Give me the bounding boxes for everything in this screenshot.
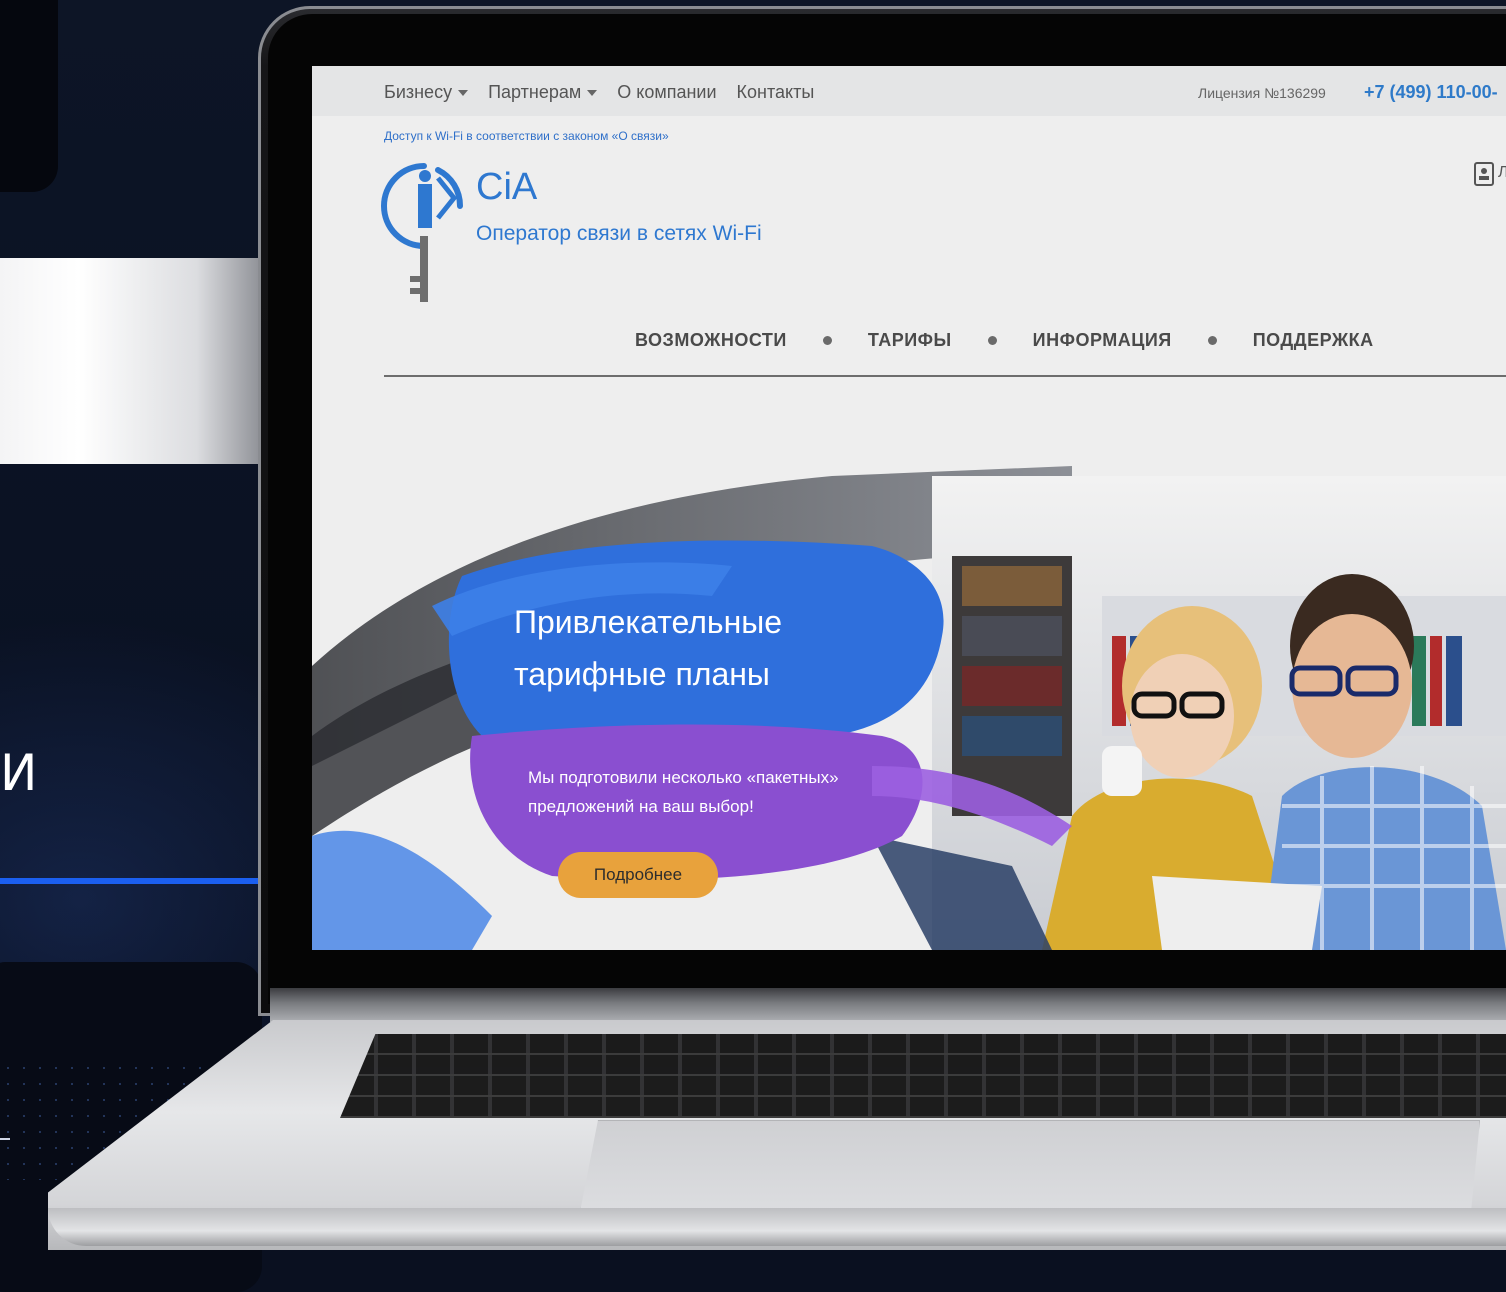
- nav-separator-dot: [1207, 336, 1217, 345]
- account-card-icon[interactable]: [1474, 162, 1494, 186]
- background-light-panel: [0, 258, 262, 464]
- main-nav-information[interactable]: ИНФОРМАЦИЯ: [1033, 330, 1172, 351]
- nav-divider: [384, 375, 1506, 377]
- background-dash: [0, 1138, 10, 1140]
- hero-title: Привлекательные тарифные планы: [514, 596, 914, 700]
- main-navigation: ВОЗМОЖНОСТИ ТАРИФЫ ИНФОРМАЦИЯ ПОДДЕРЖКА: [635, 330, 1374, 351]
- laptop-hinge: [270, 988, 1506, 1022]
- top-nav-partners[interactable]: Партнерам: [488, 82, 598, 103]
- hero-subtitle-line: предложений на ваш выбор!: [528, 797, 754, 816]
- hero-title-line: тарифные планы: [514, 656, 770, 692]
- legal-notice-link[interactable]: Доступ к Wi-Fi в соответствии с законом …: [384, 129, 669, 143]
- laptop-keyboard: [340, 1034, 1506, 1118]
- phone-link[interactable]: +7 (499) 110-00-: [1364, 82, 1498, 103]
- main-nav-support[interactable]: ПОДДЕРЖКА: [1253, 330, 1374, 351]
- laptop-trackpad: [580, 1120, 1480, 1212]
- nav-separator-dot: [987, 336, 997, 345]
- account-label[interactable]: Л: [1498, 164, 1506, 182]
- top-nav-business[interactable]: Бизнесу: [384, 82, 469, 103]
- top-nav-label: Партнерам: [488, 82, 582, 102]
- top-nav-label: Контакты: [736, 82, 815, 102]
- laptop-front-edge: [48, 1208, 1506, 1246]
- background-partial-letter: И: [0, 744, 38, 802]
- hero-subtitle: Мы подготовили несколько «пакетных» пред…: [528, 763, 948, 821]
- website-screen: Бизнесу Партнерам О компании Контакты Ли…: [312, 66, 1506, 950]
- hero-subtitle-line: Мы подготовили несколько «пакетных»: [528, 768, 839, 787]
- top-nav-label: Бизнесу: [384, 82, 453, 102]
- brand-name[interactable]: CiA: [476, 166, 537, 209]
- background-accent-line: [0, 878, 262, 884]
- license-text: Лицензия №136299: [1198, 85, 1326, 101]
- nav-separator-dot: [822, 336, 832, 345]
- top-nav-contacts[interactable]: Контакты: [737, 82, 815, 103]
- top-navigation: Бизнесу Партнерам О компании Контакты: [384, 82, 814, 103]
- main-nav-tariffs[interactable]: ТАРИФЫ: [868, 330, 952, 351]
- chevron-down-icon: [587, 89, 598, 96]
- main-nav-features[interactable]: ВОЗМОЖНОСТИ: [635, 330, 787, 351]
- hero-title-line: Привлекательные: [514, 604, 783, 640]
- background-dark-card: [0, 0, 58, 192]
- top-nav-about[interactable]: О компании: [617, 82, 716, 103]
- brand-tagline: Оператор связи в сетях Wi-Fi: [476, 222, 762, 245]
- more-details-button[interactable]: Подробнее: [558, 852, 718, 898]
- chevron-down-icon: [458, 89, 469, 96]
- logo-key-icon[interactable]: [380, 158, 470, 308]
- top-nav-label: О компании: [617, 82, 717, 102]
